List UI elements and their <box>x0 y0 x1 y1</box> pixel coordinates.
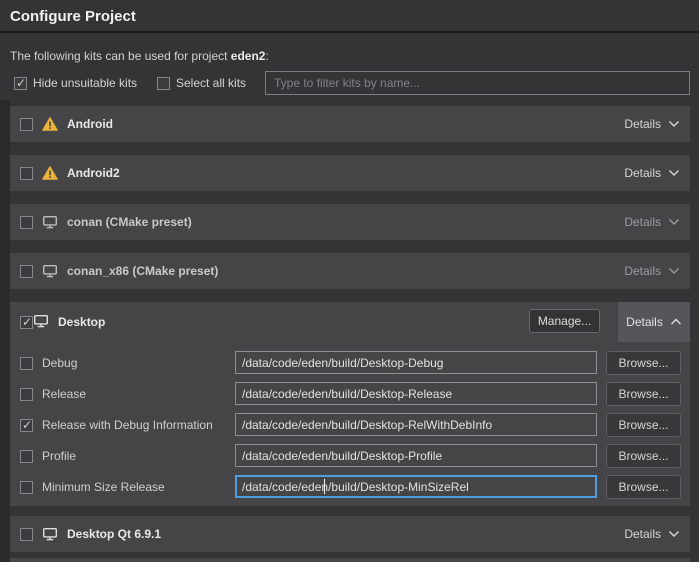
kit-row-android: Android Details <box>10 106 690 142</box>
build-config-checkbox[interactable] <box>20 419 33 432</box>
kit-name: Android2 <box>67 166 120 180</box>
kit-name: conan (CMake preset) <box>67 215 192 229</box>
build-dir-input[interactable] <box>235 475 597 498</box>
build-dir-input[interactable] <box>235 444 597 467</box>
kit-checkbox[interactable] <box>20 167 33 180</box>
browse-button[interactable]: Browse... <box>606 413 681 437</box>
build-config-row-profile: Profile Browse... <box>10 444 690 468</box>
warning-icon <box>42 166 58 180</box>
chevron-up-icon <box>670 318 682 326</box>
kit-name: Desktop Qt 6.9.1 <box>67 527 161 541</box>
browse-button[interactable]: Browse... <box>606 382 681 406</box>
hide-unsuitable-kits-label: Hide unsuitable kits <box>33 76 137 90</box>
details-button[interactable]: Details <box>624 166 680 180</box>
details-button[interactable]: Details <box>624 215 680 229</box>
build-dir-input[interactable] <box>235 351 597 374</box>
kit-list-left-edge <box>0 100 10 562</box>
kit-row-conan-x86: conan_x86 (CMake preset) Details <box>10 253 690 289</box>
desktop-icon <box>33 314 49 331</box>
kit-checkbox[interactable] <box>20 118 33 131</box>
details-label: Details <box>624 117 661 131</box>
manage-button[interactable]: Manage... <box>529 309 600 333</box>
kit-checkbox[interactable] <box>20 316 33 329</box>
kit-row-desktop-qt: Desktop Qt 6.9.1 Details <box>10 516 690 552</box>
details-label: Details <box>624 166 661 180</box>
kit-checkbox[interactable] <box>20 265 33 278</box>
build-config-row-minsizerel: Minimum Size Release Browse... <box>10 475 690 499</box>
kit-panel-desktop: Desktop Manage... Details Debug Browse..… <box>10 302 690 506</box>
build-config-label: Debug <box>42 356 77 370</box>
kits-description-prefix: The following kits can be used for proje… <box>10 49 231 63</box>
details-button[interactable]: Details <box>624 264 680 278</box>
text-caret <box>324 479 325 494</box>
build-dir-field-wrap <box>235 413 597 436</box>
chevron-down-icon <box>668 530 680 538</box>
project-name: eden2 <box>231 49 266 63</box>
build-config-row-relwithdebinfo: Release with Debug Information Browse... <box>10 413 690 437</box>
warning-icon <box>42 117 58 131</box>
build-config-checkbox[interactable] <box>20 388 33 401</box>
details-label: Details <box>624 264 661 278</box>
desktop-icon <box>42 527 58 541</box>
select-all-kits-option: Select all kits <box>157 76 246 90</box>
hide-unsuitable-kits-option: Hide unsuitable kits <box>14 76 137 90</box>
build-config-row-debug: Debug Browse... <box>10 351 690 375</box>
kits-description: The following kits can be used for proje… <box>10 49 269 63</box>
chevron-down-icon <box>668 267 680 275</box>
build-dir-input[interactable] <box>235 413 597 436</box>
build-config-checkbox[interactable] <box>20 450 33 463</box>
browse-button[interactable]: Browse... <box>606 444 681 468</box>
details-label: Details <box>624 527 661 541</box>
build-config-label: Minimum Size Release <box>42 480 165 494</box>
desktop-icon <box>42 215 58 229</box>
title-separator <box>0 31 699 33</box>
kit-name: Desktop <box>58 315 105 329</box>
details-button[interactable]: Details <box>618 302 690 342</box>
kit-filter-input[interactable] <box>265 71 690 95</box>
kit-name: conan_x86 (CMake preset) <box>67 264 218 278</box>
kit-row-conan: conan (CMake preset) Details <box>10 204 690 240</box>
page-title: Configure Project <box>10 8 136 25</box>
desktop-icon <box>42 264 58 278</box>
details-button[interactable]: Details <box>624 117 680 131</box>
chevron-down-icon <box>668 218 680 226</box>
browse-button[interactable]: Browse... <box>606 351 681 375</box>
build-config-row-release: Release Browse... <box>10 382 690 406</box>
select-all-kits-checkbox[interactable] <box>157 77 170 90</box>
build-config-label: Profile <box>42 449 76 463</box>
kit-name: Android <box>67 117 113 131</box>
build-dir-field-wrap <box>235 444 597 467</box>
chevron-down-icon <box>668 169 680 177</box>
build-dir-field-wrap <box>235 475 597 498</box>
details-button[interactable]: Details <box>624 527 680 541</box>
build-config-checkbox[interactable] <box>20 481 33 494</box>
build-dir-field-wrap <box>235 351 597 374</box>
build-dir-field-wrap <box>235 382 597 405</box>
build-dir-input[interactable] <box>235 382 597 405</box>
details-label: Details <box>626 315 663 329</box>
chevron-down-icon <box>668 120 680 128</box>
kit-row-android2: Android2 Details <box>10 155 690 191</box>
kits-description-suffix: : <box>265 49 268 63</box>
details-label: Details <box>624 215 661 229</box>
build-config-label: Release with Debug Information <box>42 418 213 432</box>
next-kit-row-partial <box>10 558 690 562</box>
build-config-label: Release <box>42 387 86 401</box>
kit-checkbox[interactable] <box>20 528 33 541</box>
build-config-checkbox[interactable] <box>20 357 33 370</box>
hide-unsuitable-kits-checkbox[interactable] <box>14 77 27 90</box>
kit-checkbox[interactable] <box>20 216 33 229</box>
browse-button[interactable]: Browse... <box>606 475 681 499</box>
select-all-kits-label: Select all kits <box>176 76 246 90</box>
